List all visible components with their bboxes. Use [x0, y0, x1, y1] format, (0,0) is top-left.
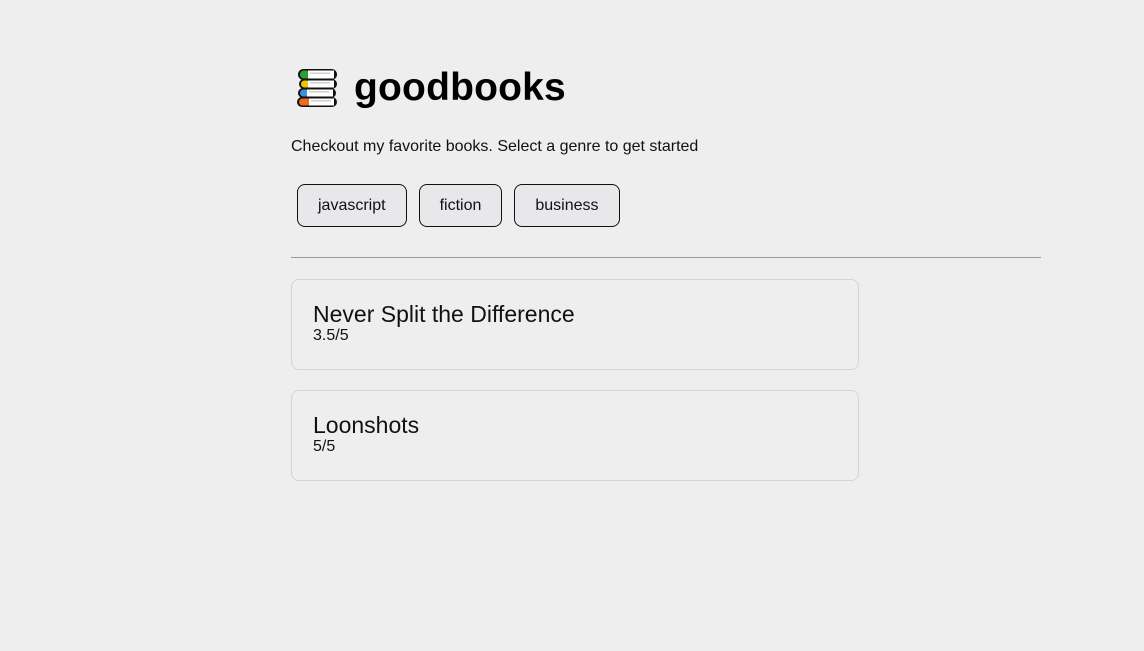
book-card: Never Split the Difference 3.5/5 — [291, 279, 859, 370]
divider — [291, 257, 1041, 258]
genre-button-javascript[interactable]: javascript — [297, 184, 407, 227]
genre-button-fiction[interactable]: fiction — [418, 184, 503, 227]
book-rating: 3.5/5 — [313, 327, 349, 344]
books-stack-icon — [297, 69, 337, 107]
intro-text: Checkout my favorite books. Select a gen… — [291, 138, 699, 155]
book-rating: 5/5 — [313, 438, 336, 455]
book-title: Never Split the Difference — [313, 301, 575, 327]
book-list: Never Split the Difference 3.5/5 Loonsho… — [291, 279, 859, 481]
app-title: goodbooks — [354, 66, 566, 109]
book-title: Loonshots — [313, 412, 420, 438]
app-header: goodbooks — [291, 66, 1041, 110]
app-container: goodbooks Checkout my favorite books. Se… — [291, 0, 1041, 501]
genre-button-business[interactable]: business — [514, 184, 620, 227]
genre-selector: javascript fiction business — [297, 184, 1041, 227]
book-card: Loonshots 5/5 — [291, 390, 859, 481]
